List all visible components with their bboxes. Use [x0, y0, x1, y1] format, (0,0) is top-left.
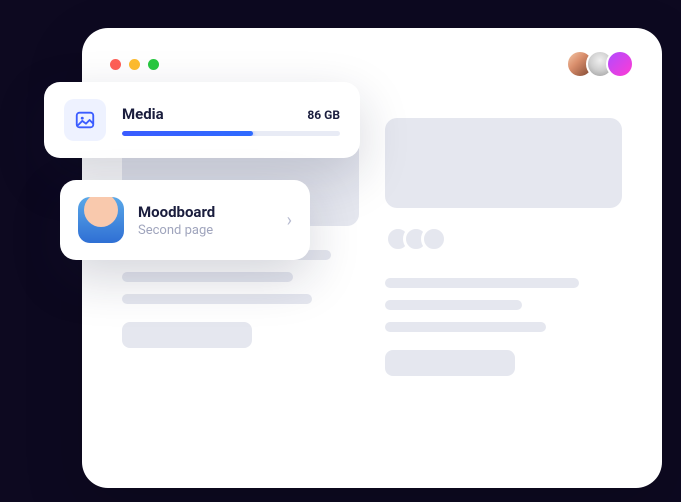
- avatar-stack-placeholder: [385, 226, 622, 252]
- text-placeholder: [385, 300, 522, 310]
- image-icon: [64, 99, 106, 141]
- chevron-right-icon: ›: [287, 210, 292, 231]
- text-placeholder: [385, 322, 546, 332]
- avatar[interactable]: [606, 50, 634, 78]
- moodboard-icon: [78, 197, 124, 243]
- media-info: Media 86 GB: [122, 105, 340, 136]
- moodboard-title: Moodboard: [138, 203, 273, 221]
- window-controls: [110, 59, 159, 70]
- titlebar: [82, 28, 662, 88]
- content-card: [385, 118, 622, 468]
- close-window-button[interactable]: [110, 59, 121, 70]
- minimize-window-button[interactable]: [129, 59, 140, 70]
- media-storage-card[interactable]: Media 86 GB: [44, 82, 360, 158]
- storage-progress-track: [122, 131, 340, 136]
- media-label: Media: [122, 105, 164, 123]
- text-placeholder: [122, 294, 312, 304]
- moodboard-text: Moodboard Second page: [138, 203, 273, 238]
- block-placeholder: [122, 322, 252, 348]
- text-placeholder: [122, 272, 293, 282]
- text-placeholder: [385, 278, 579, 288]
- moodboard-subtitle: Second page: [138, 223, 273, 238]
- storage-progress-fill: [122, 131, 253, 136]
- media-size: 86 GB: [307, 108, 340, 122]
- collaborator-avatars: [566, 50, 634, 78]
- image-placeholder: [385, 118, 622, 208]
- maximize-window-button[interactable]: [148, 59, 159, 70]
- avatar-placeholder: [421, 226, 447, 252]
- content-card: [122, 118, 359, 468]
- moodboard-card[interactable]: Moodboard Second page ›: [60, 180, 310, 260]
- block-placeholder: [385, 350, 515, 376]
